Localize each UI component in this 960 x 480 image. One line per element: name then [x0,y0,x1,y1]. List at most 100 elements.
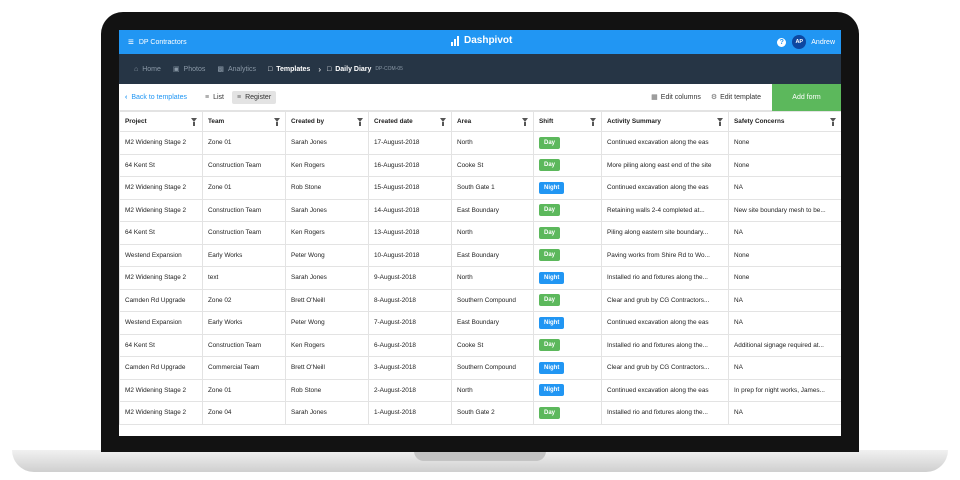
table-row[interactable]: Camden Rd Upgrade Zone 02 Brett O'Neill 8-A… [119,288,841,312]
table-cell: Peter Wong [285,311,369,335]
table-cell: Camden Rd Upgrade [119,288,203,312]
filter-icon[interactable] [274,118,280,126]
hamburger-menu-icon[interactable]: ≡ [128,37,134,48]
list-view-button[interactable]: ≡ List [205,94,224,101]
chevron-left-icon: ‹ [125,93,128,101]
table-cell: Ken Rogers [285,333,369,357]
column-header[interactable]: Project [119,111,203,132]
table-cell: 2-August-2018 [368,378,452,402]
table-cell: 10-August-2018 [368,243,452,267]
column-header[interactable]: Safety Concerns [728,111,841,132]
column-header-label: Safety Concerns [734,118,785,125]
table-row[interactable]: M2 Widening Stage 2 text Sarah Jones 9-Augu… [119,266,841,290]
columns-icon: ▦ [651,94,658,101]
table-cell: M2 Widening Stage 2 [119,198,203,222]
table-cell: Retaining walls 2-4 completed at... [601,198,729,222]
filter-icon[interactable] [522,118,528,126]
table-row[interactable]: M2 Widening Stage 2 Zone 04 Sarah Jones 1-A… [119,401,841,425]
table-cell: 17-August-2018 [368,131,452,155]
shift-badge: Night [539,361,565,374]
table-row[interactable]: 64 Kent St Construction Team Ken Rogers 16-… [119,153,841,177]
add-form-button[interactable]: Add form [772,84,841,111]
breadcrumb-nav: ⌂ Home ▣ Photos ▩ Analytics □ Templates … [119,54,841,84]
column-header[interactable]: Shift [533,111,602,132]
shift-badge: Day [539,204,561,217]
table-row[interactable]: Westend Expansion Early Works Peter Wong 10… [119,243,841,267]
column-header-label: Project [125,118,147,125]
filter-icon[interactable] [590,118,596,126]
column-header[interactable]: Created date [368,111,452,132]
table-cell: Construction Team [202,198,286,222]
table-cell: North [451,378,534,402]
table-cell: Construction Team [202,333,286,357]
list-label: List [213,93,224,101]
table-cell: Sarah Jones [285,401,369,425]
table-row[interactable]: Camden Rd Upgrade Commercial Team Brett O'… [119,356,841,380]
register-view-button[interactable]: ≡ Register [231,90,277,104]
shift-badge: Day [539,249,561,262]
table-row[interactable]: 64 Kent St Construction Team Ken Rogers 6-A… [119,333,841,357]
nav-templates[interactable]: □ Templates [268,66,310,73]
table-row[interactable]: M2 Widening Stage 2 Construction Team Sara… [119,198,841,222]
table-cell: North [451,266,534,290]
column-header-label: Created date [374,118,413,125]
avatar[interactable]: AP [792,35,807,49]
table-row[interactable]: Westend Expansion Early Works Peter Wong 7-… [119,311,841,335]
list-icon: ≡ [204,93,210,101]
table-cell: M2 Widening Stage 2 [119,266,203,290]
edit-columns-button[interactable]: ▦ Edit columns [651,93,701,102]
table-cell: Day [533,333,602,357]
table-cell: South Gate 2 [451,401,534,425]
bar-chart-logo-icon [451,35,460,46]
filter-icon[interactable] [830,118,836,126]
shift-badge: Night [539,384,565,397]
back-to-templates-link[interactable]: ‹ Back to templates [125,94,187,101]
table-cell: NA [728,288,841,312]
column-header[interactable]: Team [202,111,286,132]
shift-badge: Night [539,316,565,329]
table-cell: NA [728,176,841,200]
filter-icon[interactable] [440,118,446,126]
table-header-row: Project Team Created by Created date Area Shi… [119,111,841,132]
table-cell: Paving works from Shire Rd to Wo... [601,243,729,267]
table-cell: 3-August-2018 [368,356,452,380]
table-cell: Night [533,266,602,290]
edit-template-button[interactable]: ⚙ Edit template [711,93,761,102]
nav-analytics-label: Analytics [227,65,256,73]
nav-home[interactable]: ⌂ Home [134,66,161,73]
filter-icon[interactable] [191,118,197,126]
register-table: Project Team Created by Created date Area Shi… [119,111,841,425]
nav-analytics[interactable]: ▩ Analytics [217,65,256,74]
table-cell: Day [533,288,602,312]
table-cell: Zone 04 [202,401,286,425]
table-cell: Cooke St [451,153,534,177]
table-cell: Night [533,311,602,335]
filter-icon[interactable] [357,118,363,126]
table-cell: North [451,221,534,245]
table-cell: None [728,153,841,177]
org-name[interactable]: DP Contractors [139,39,187,46]
table-icon: ≡ [236,93,242,101]
filter-icon[interactable] [717,118,723,126]
table-cell: Westend Expansion [119,311,203,335]
table-row[interactable]: M2 Widening Stage 2 Zone 01 Rob Stone 15-Au… [119,176,841,200]
table-cell: NA [728,356,841,380]
document-icon: □ [267,65,273,73]
table-row[interactable]: M2 Widening Stage 2 Zone 01 Rob Stone 2-Aug… [119,378,841,402]
shift-badge: Day [539,294,561,307]
current-template-label: Daily Diary [335,65,372,73]
table-row[interactable]: M2 Widening Stage 2 Zone 01 Sarah Jones 17-… [119,131,841,155]
column-header[interactable]: Area [451,111,534,132]
table-cell: Southern Compound [451,356,534,380]
help-icon[interactable]: ? [777,37,787,47]
table-row[interactable]: 64 Kent St Construction Team Ken Rogers 13-… [119,221,841,245]
column-header[interactable]: Activity Summary [601,111,729,132]
table-cell: Peter Wong [285,243,369,267]
table-cell: 8-August-2018 [368,288,452,312]
nav-photos[interactable]: ▣ Photos [173,65,205,74]
column-header[interactable]: Created by [285,111,369,132]
user-name[interactable]: Andrew [811,39,835,46]
edit-template-label: Edit template [720,93,761,101]
brand-logo: Dashpivot [451,35,512,46]
table-cell: Continued excavation along the eas [601,311,729,335]
